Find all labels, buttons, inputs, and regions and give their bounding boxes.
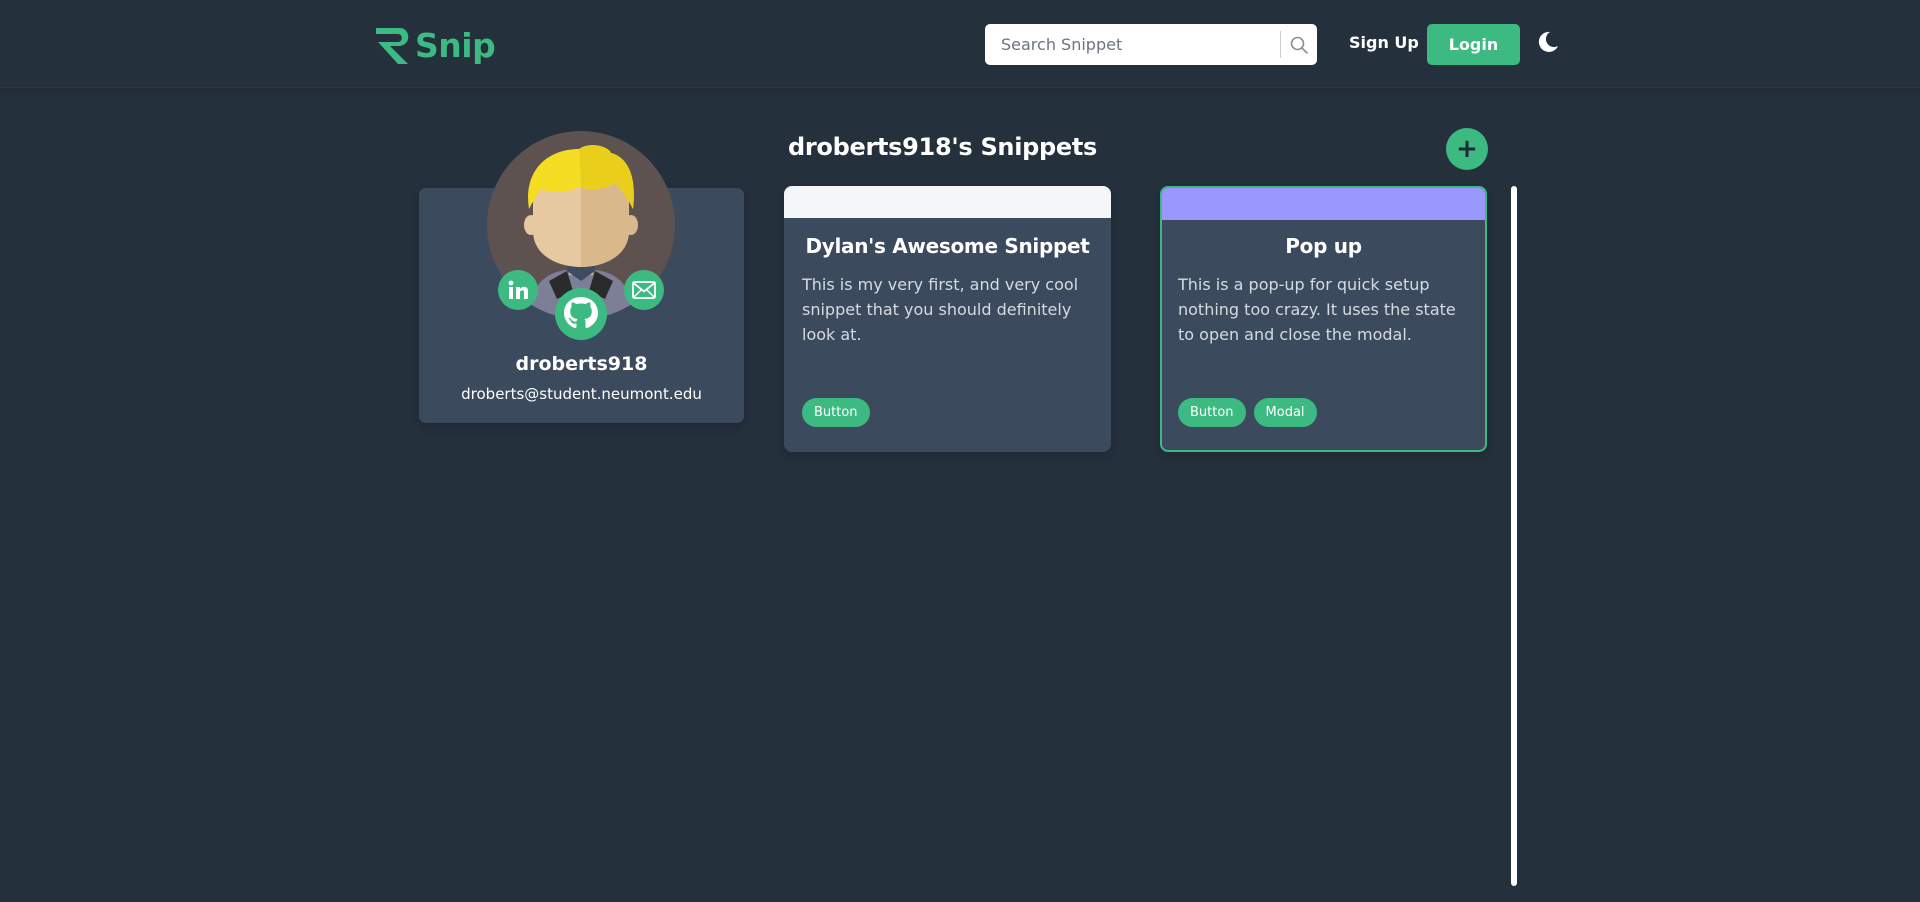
logo-r-icon (376, 28, 409, 64)
github-icon (564, 297, 598, 328)
search-button[interactable] (1281, 24, 1317, 65)
tag-chip[interactable]: Modal (1253, 398, 1317, 427)
github-button[interactable] (555, 288, 607, 340)
search-icon (1290, 36, 1308, 54)
snippet-tags: Button (802, 398, 870, 427)
snippet-title: Pop up (1285, 234, 1362, 258)
add-snippet-button[interactable]: + (1446, 128, 1488, 170)
login-button[interactable]: Login (1427, 24, 1520, 65)
search-bar (985, 24, 1317, 65)
top-navbar: Snip Sign Up Login (0, 0, 1920, 88)
signup-link[interactable]: Sign Up (1349, 33, 1419, 52)
email-button[interactable] (624, 270, 664, 310)
logo[interactable]: Snip (374, 24, 496, 66)
search-input[interactable] (985, 24, 1280, 65)
snippet-description: This is my very first, and very cool sni… (802, 275, 1079, 344)
tag-chip[interactable]: Button (802, 398, 870, 427)
scrollbar[interactable] (1511, 186, 1517, 886)
snippet-title: Dylan's Awesome Snippet (805, 234, 1090, 258)
linkedin-icon (508, 280, 528, 299)
linkedin-button[interactable] (498, 270, 538, 310)
snippet-card[interactable]: Dylan's Awesome Snippet This is my very … (784, 186, 1111, 452)
snippet-card[interactable]: Pop up This is a pop-up for quick setup … (1160, 186, 1487, 452)
profile-email: droberts@student.neumont.edu (461, 385, 702, 403)
snippet-color-bar (784, 186, 1111, 218)
page-title: droberts918's Snippets (788, 133, 1098, 161)
tag-chip[interactable]: Button (1178, 398, 1246, 427)
profile-username: droberts918 (515, 353, 648, 375)
snippet-tags: Button Modal (1178, 398, 1317, 427)
snippet-color-bar (1162, 188, 1485, 220)
moon-icon[interactable] (1535, 29, 1561, 55)
logo-text: Snip (415, 25, 496, 65)
snippet-description: This is a pop-up for quick setup nothing… (1178, 275, 1456, 344)
email-icon (632, 281, 656, 299)
